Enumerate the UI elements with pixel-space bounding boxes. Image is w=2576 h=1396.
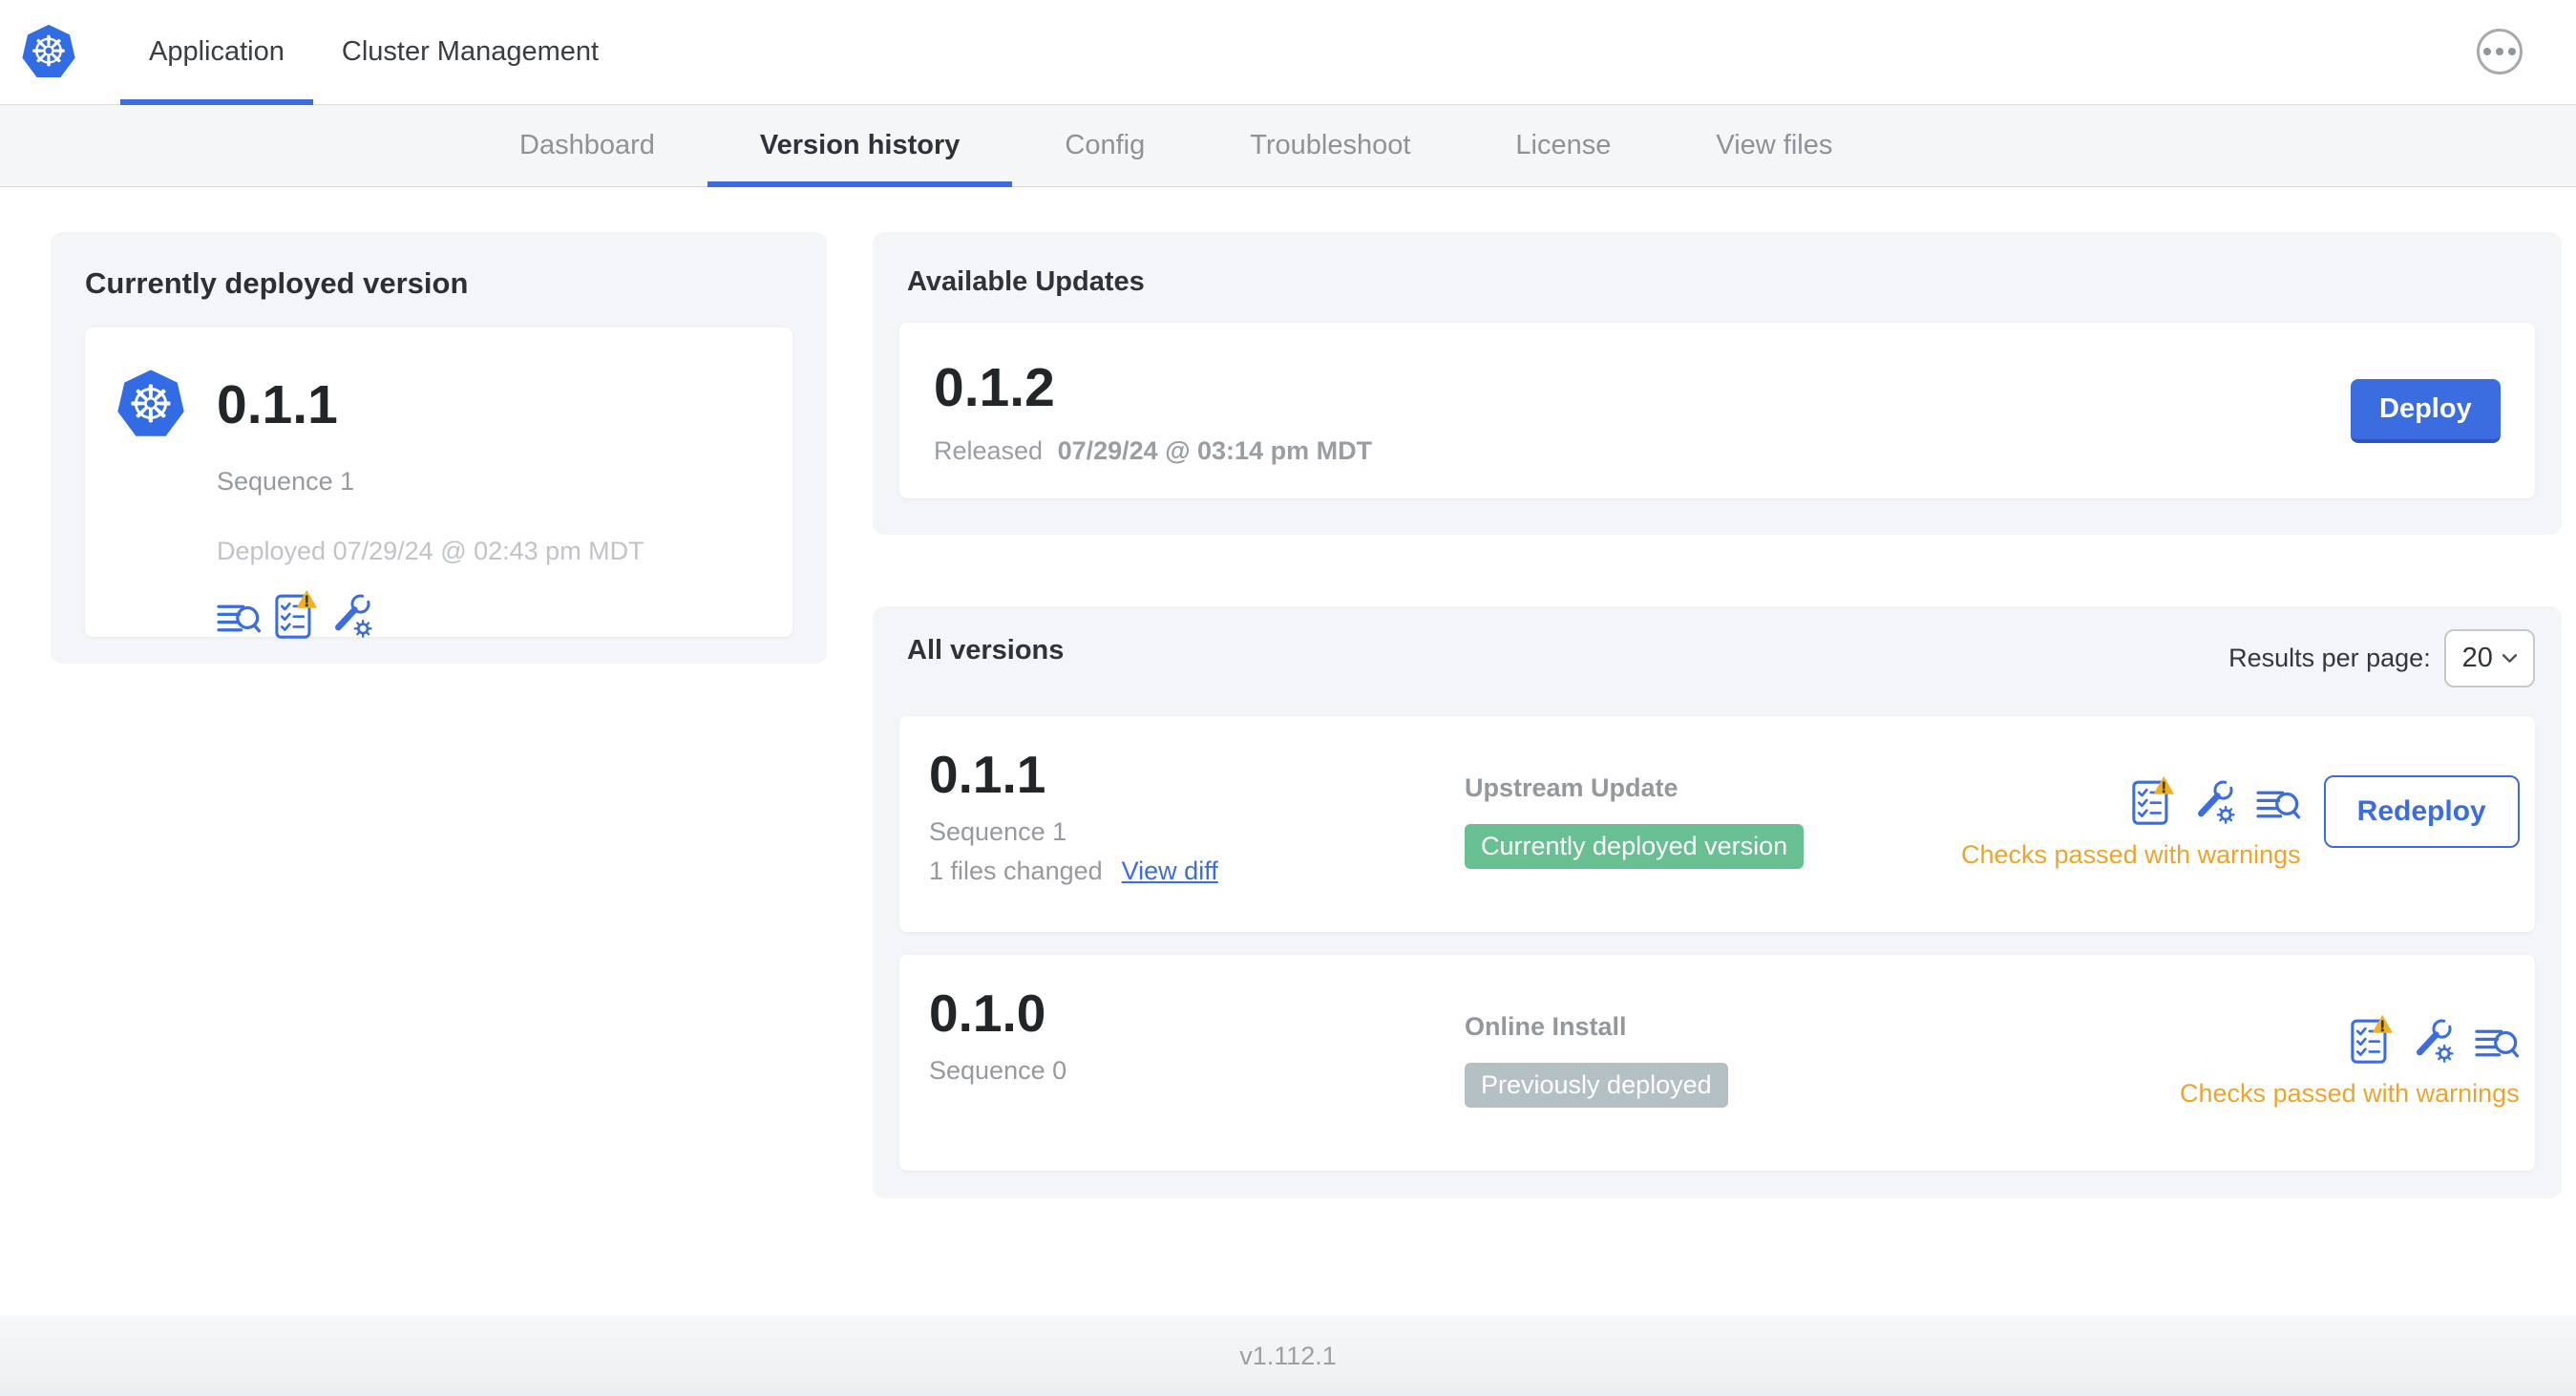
app-sub-nav: Dashboard Version history Config Trouble… — [0, 105, 2576, 187]
top-nav: ☸ Application Cluster Management — [0, 0, 2576, 105]
current-version-number: 0.1.1 — [217, 374, 338, 435]
config-icon[interactable] — [2413, 1018, 2456, 1064]
preflight-checks-warning-icon[interactable] — [2132, 775, 2175, 825]
currently-deployed-version-card: ☸ 0.1.1 Sequence 1 Deployed 07/29/24 @ 0… — [85, 328, 792, 637]
deployed-label: Deployed — [217, 537, 327, 565]
tab-license[interactable]: License — [1463, 105, 1663, 186]
config-icon[interactable] — [2194, 779, 2237, 825]
row-version-number: 0.1.1 — [929, 745, 1046, 804]
version-source-label: Online Install — [1465, 1012, 1627, 1041]
preflight-checks-warning-icon[interactable] — [275, 589, 318, 639]
preflight-checks-warning-icon[interactable] — [2351, 1014, 2394, 1064]
tab-dashboard-label: Dashboard — [519, 130, 655, 160]
update-released-at: Released 07/29/24 @ 03:14 pm MDT — [934, 436, 1372, 466]
overflow-menu-button[interactable] — [2477, 29, 2523, 74]
row-sequence: Sequence 1 — [929, 817, 1067, 846]
view-logs-icon[interactable] — [217, 600, 262, 639]
checks-status-text: Checks passed with warnings — [2180, 1079, 2520, 1108]
deploy-button[interactable]: Deploy — [2351, 378, 2501, 443]
tab-application[interactable]: Application — [120, 0, 313, 105]
main-content: Currently deployed version ☸ 0.1.1 Seque… — [0, 187, 2576, 1316]
chevron-down-icon — [2502, 654, 2517, 664]
top-nav-tabs: Application Cluster Management — [120, 0, 627, 105]
tab-version-history[interactable]: Version history — [707, 105, 1013, 187]
deployed-timestamp: 07/29/24 @ 02:43 pm MDT — [332, 537, 644, 565]
footer: v1.112.1 — [0, 1316, 2576, 1396]
current-version-sequence: Sequence 1 — [217, 467, 355, 496]
available-updates-title: Available Updates — [907, 266, 1145, 297]
checks-status-text: Checks passed with warnings — [1961, 840, 2301, 869]
available-update-row: 0.1.2 Released 07/29/24 @ 03:14 pm MDT D… — [899, 323, 2535, 498]
available-updates-card: Available Updates 0.1.2 Released 07/29/2… — [873, 232, 2562, 535]
tab-application-label: Application — [149, 36, 285, 67]
tab-version-history-label: Version history — [759, 130, 961, 160]
config-icon[interactable] — [331, 593, 374, 639]
results-per-page-label: Results per page: — [2228, 644, 2431, 672]
kubernetes-logo: ☸ — [22, 24, 75, 78]
tab-troubleshoot-label: Troubleshoot — [1250, 130, 1411, 160]
status-badge-currently-deployed: Currently deployed version — [1465, 824, 1805, 869]
version-source-label: Upstream Update — [1465, 773, 1679, 802]
tab-view-files-label: View files — [1716, 130, 1833, 160]
row-version-number: 0.1.0 — [929, 984, 1046, 1043]
tab-config[interactable]: Config — [1012, 105, 1197, 186]
helm-wheel-icon: ☸ — [127, 374, 175, 434]
results-per-page-value: 20 — [2461, 643, 2493, 673]
tab-troubleshoot[interactable]: Troubleshoot — [1197, 105, 1463, 186]
results-per-page-select[interactable]: 20 — [2443, 629, 2535, 687]
tab-view-files[interactable]: View files — [1663, 105, 1885, 186]
kubernetes-app-icon: ☸ — [117, 370, 184, 436]
version-row-0-1-0: 0.1.0 Sequence 0 Online Install Previous… — [899, 955, 2535, 1171]
all-versions-title: All versions — [907, 635, 1065, 666]
row-sequence: Sequence 0 — [929, 1056, 1067, 1085]
view-logs-icon[interactable] — [2475, 1025, 2520, 1064]
tab-cluster-management-label: Cluster Management — [341, 36, 600, 67]
all-versions-card: All versions Results per page: 20 0.1.1 … — [873, 606, 2562, 1198]
update-version-number: 0.1.2 — [934, 356, 1055, 418]
current-version-deployed-at: Deployed 07/29/24 @ 02:43 pm MDT — [217, 537, 644, 566]
tab-config-label: Config — [1065, 130, 1146, 160]
console-version: v1.112.1 — [1239, 1341, 1337, 1370]
redeploy-button[interactable]: Redeploy — [2323, 775, 2520, 848]
currently-deployed-title: Currently deployed version — [85, 266, 469, 300]
version-row-0-1-1: 0.1.1 Sequence 1 1 files changed View di… — [899, 716, 2535, 932]
ellipsis-icon — [2483, 48, 2516, 55]
currently-deployed-card: Currently deployed version ☸ 0.1.1 Seque… — [51, 232, 827, 664]
files-changed-label: 1 files changed — [929, 857, 1103, 885]
view-diff-link[interactable]: View diff — [1122, 857, 1218, 886]
tab-dashboard[interactable]: Dashboard — [467, 105, 707, 186]
tab-license-label: License — [1515, 130, 1612, 160]
helm-wheel-icon: ☸ — [30, 28, 68, 76]
released-timestamp: 07/29/24 @ 03:14 pm MDT — [1057, 435, 1373, 465]
status-badge-previously-deployed: Previously deployed — [1465, 1063, 1728, 1108]
view-logs-icon[interactable] — [2256, 786, 2301, 825]
released-label: Released — [934, 435, 1044, 465]
tab-cluster-management[interactable]: Cluster Management — [313, 0, 627, 104]
